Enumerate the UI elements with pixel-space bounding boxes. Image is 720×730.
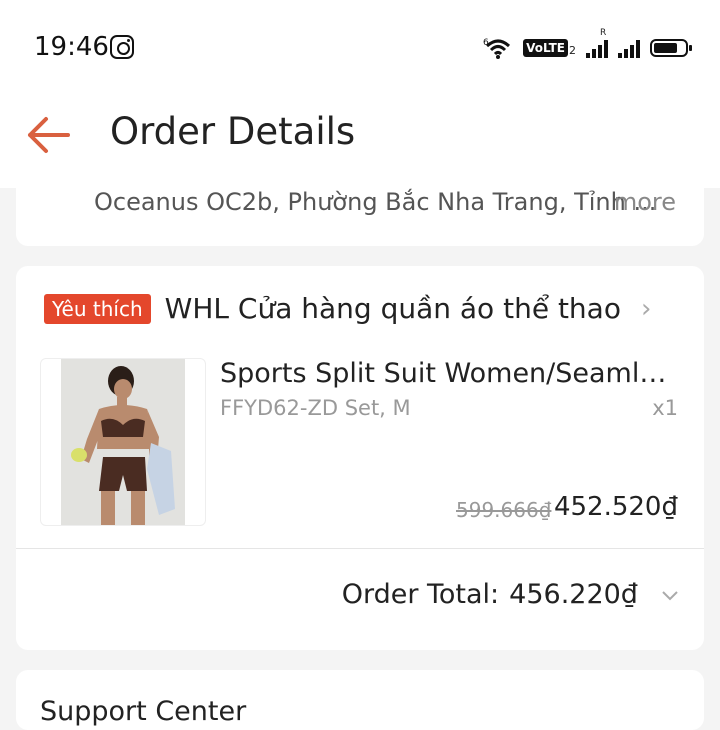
chevron-right-icon: › [640,293,652,324]
address-card: Oceanus OC2b, Phường Bắc Nha Trang, Tỉnh… [16,188,704,246]
order-total-label: Order Total: [341,579,500,610]
signal-icon-1: R [586,28,608,58]
favorite-badge: Yêu thích [44,293,151,324]
order-total-row[interactable]: Order Total: 456.220₫ [342,579,680,610]
battery-icon [650,39,692,57]
product-variant: FFYD62-ZD Set, M [220,396,411,420]
volte-label: VoLTE [523,39,568,57]
order-card: Yêu thích WHL Cửa hàng quần áo thể thao … [16,266,704,650]
chevron-down-icon [662,590,678,600]
app-header: Order Details [0,92,720,188]
wifi-icon: 6 [483,38,511,59]
shop-name: WHL Cửa hàng quần áo thể thao [164,292,621,325]
back-arrow-icon[interactable] [24,112,74,158]
product-name[interactable]: Sports Split Suit Women/Seamles... [220,358,680,389]
address-text: Oceanus OC2b, Phường Bắc Nha Trang, Tỉnh… [94,188,657,216]
order-total-value: 456.220₫ [509,579,638,610]
support-center-title[interactable]: Support Center [40,696,246,727]
status-bar: 19:46 6 VoLTE 2 R [0,0,720,92]
status-icons: 6 VoLTE 2 R [483,28,692,62]
volte-icon: VoLTE 2 [523,39,576,57]
shop-row[interactable]: Yêu thích WHL Cửa hàng quần áo thể thao … [44,292,651,325]
address-more-link[interactable]: more [614,188,676,216]
original-price: 599.666₫ [456,498,552,522]
sale-price: 452.520₫ [553,492,678,522]
volte-sub: 2 [569,44,576,57]
product-quantity: x1 [652,396,678,420]
page-title: Order Details [110,110,356,153]
roaming-label: R [600,28,607,38]
product-thumbnail[interactable] [40,358,206,526]
status-time: 19:46 [34,32,109,62]
support-card: Support Center [16,670,704,730]
product-photo [61,359,185,525]
instagram-icon [110,35,134,59]
divider [16,548,704,549]
signal-icon-2 [618,38,640,58]
